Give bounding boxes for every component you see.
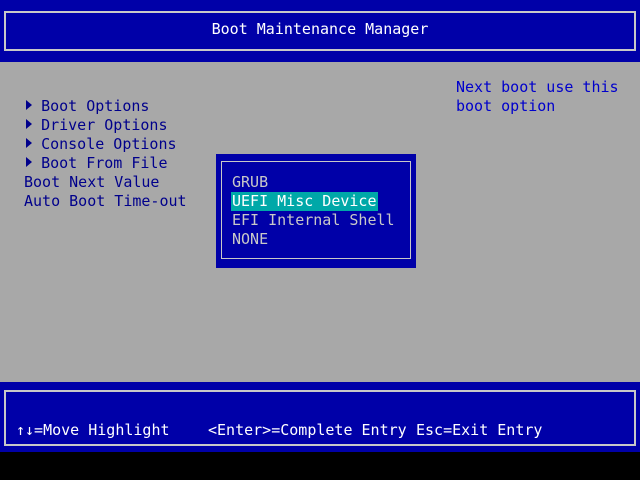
menu-item-driver-options[interactable]: Driver Options	[8, 97, 168, 134]
help-text-line-1: Next boot use this	[456, 78, 619, 96]
menu-item-boot-from-file[interactable]: Boot From File	[8, 135, 168, 172]
menu-item-console-options[interactable]: Console Options	[8, 116, 177, 153]
footer-hint-esc: Esc=Exit Entry	[416, 421, 543, 439]
footer-hint-enter: <Enter>=Complete Entry	[208, 421, 407, 439]
popup-option-uefi-misc-device[interactable]: UEFI Misc Device	[231, 192, 378, 211]
popup-option-efi-internal-shell[interactable]: EFI Internal Shell	[232, 211, 395, 230]
menu-item-label: Boot From File	[41, 154, 168, 172]
popup-option-none[interactable]: NONE	[232, 230, 268, 249]
bottom-margin	[0, 452, 640, 480]
popup-option-grub[interactable]: GRUB	[232, 173, 268, 192]
help-text-line-2: boot option	[456, 97, 556, 115]
menu-item-boot-options[interactable]: Boot Options	[8, 78, 149, 115]
submenu-arrow-icon	[26, 157, 33, 167]
footer-hint-move: ↑↓=Move Highlight	[16, 421, 170, 439]
boot-next-value-field[interactable]: Boot Next Value	[24, 173, 159, 192]
page-title: Boot Maintenance Manager	[211, 20, 429, 38]
auto-boot-timeout-field[interactable]: Auto Boot Time-out	[24, 192, 187, 211]
